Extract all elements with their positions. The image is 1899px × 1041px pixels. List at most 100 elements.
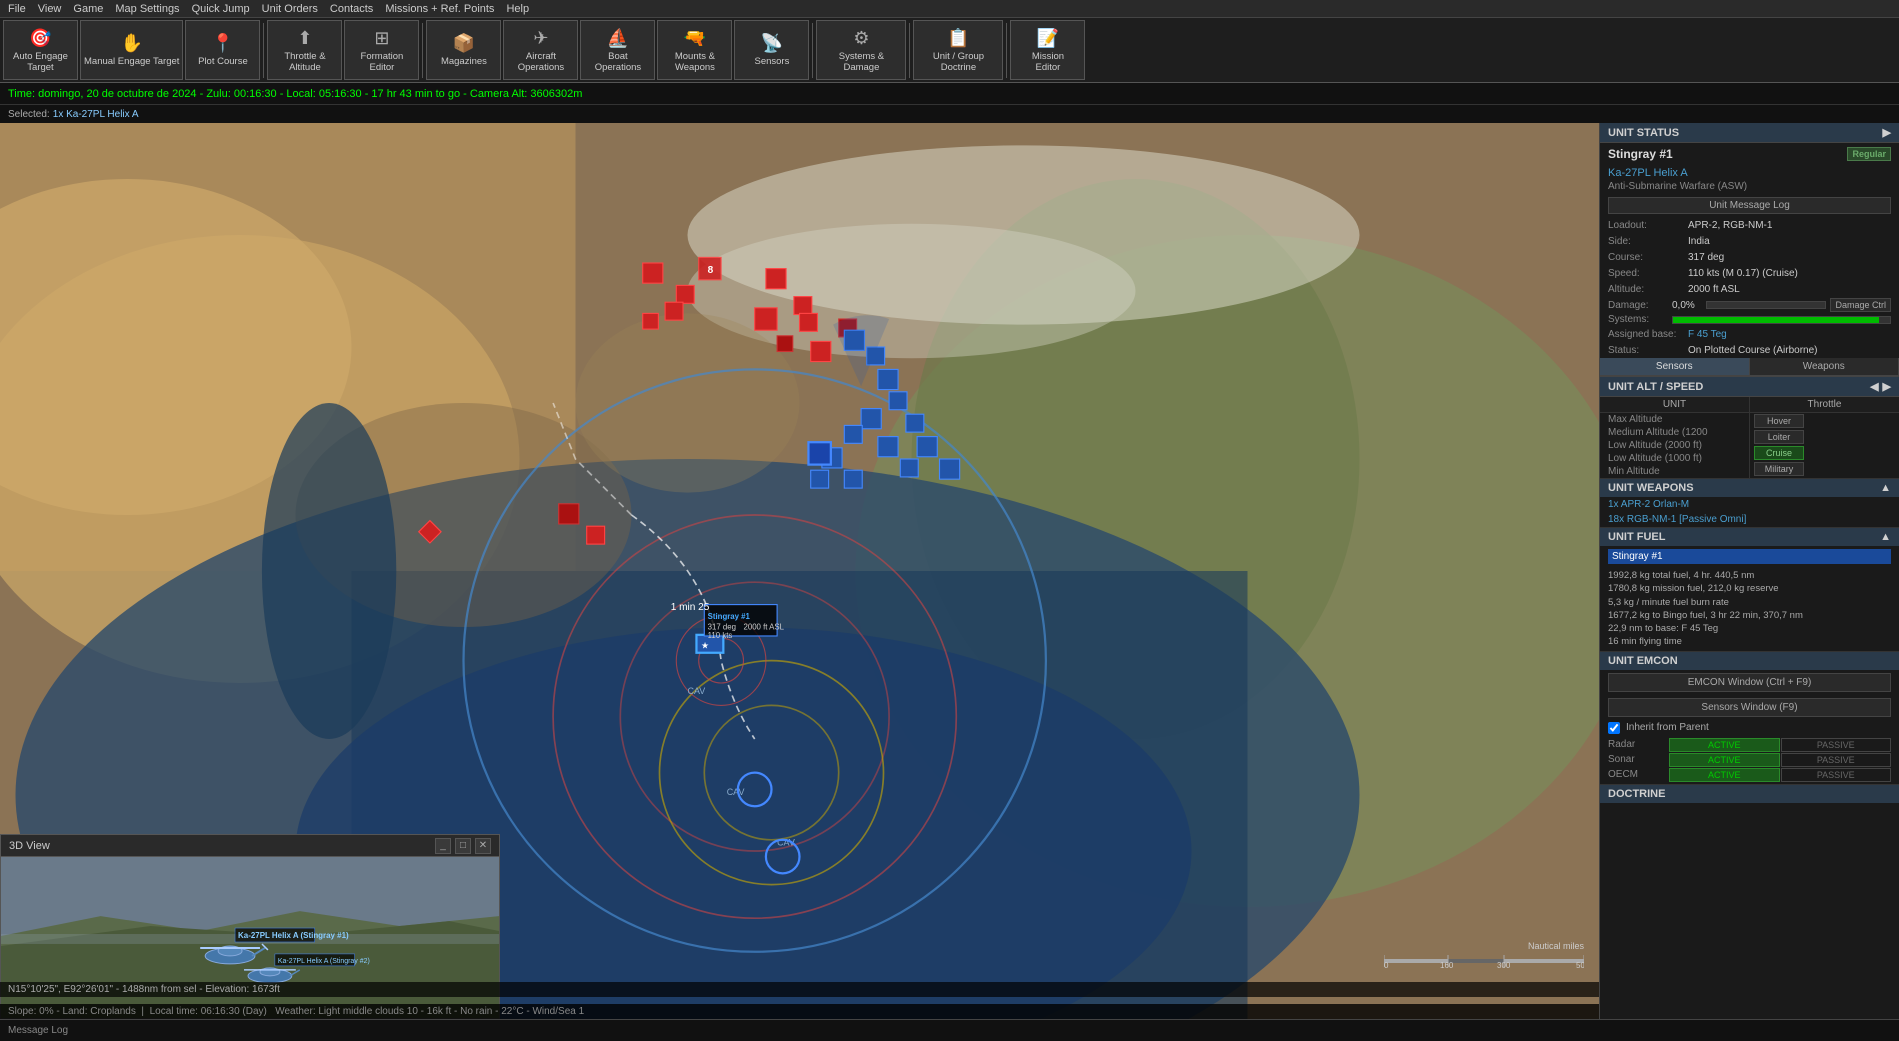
radar-passive[interactable]: PASSIVE <box>1781 738 1892 752</box>
menu-missions[interactable]: Missions + Ref. Points <box>385 3 494 15</box>
damage-ctrl-button[interactable]: Damage Ctrl <box>1830 298 1891 312</box>
hover-row[interactable]: Hover <box>1750 413 1899 429</box>
fuel-collapse[interactable]: ▲ <box>1880 531 1891 543</box>
toolbar-sep-4 <box>909 23 910 78</box>
course-label: Course: <box>1608 252 1688 263</box>
status-bar: Time: domingo, 20 de octubre de 2024 - Z… <box>0 83 1899 105</box>
cruise-row[interactable]: Cruise <box>1750 445 1899 461</box>
toolbar-sep-3 <box>812 23 813 78</box>
aircraft-ops-button[interactable]: ✈ AircraftOperations <box>503 20 578 80</box>
selected-bar: Selected: 1x Ka-27PL Helix A <box>0 105 1899 123</box>
unit-doctrine-label: Unit / GroupDoctrine <box>933 51 984 73</box>
throttle-col: Throttle Hover Loiter Cruise Military <box>1750 397 1899 478</box>
loiter-button[interactable]: Loiter <box>1754 430 1804 444</box>
hover-button[interactable]: Hover <box>1754 414 1804 428</box>
menu-file[interactable]: File <box>8 3 26 15</box>
sonar-active[interactable]: ACTIVE <box>1669 753 1780 767</box>
cruise-button[interactable]: Cruise <box>1754 446 1804 460</box>
min-alt-row: Min Altitude <box>1600 465 1749 478</box>
view-3d-controls: _ □ ✕ <box>435 838 491 854</box>
unit-name-text: Stingray #1 <box>1608 147 1673 161</box>
fuel-unit-bar: Stingray #1 <box>1608 549 1891 564</box>
unit-doctrine-button[interactable]: 📋 Unit / GroupDoctrine <box>913 20 1003 80</box>
weapon-2[interactable]: 18x RGB-NM-1 [Passive Omni] <box>1600 512 1899 527</box>
sensors-window-button[interactable]: Sensors Window (F9) <box>1608 698 1891 717</box>
toolbar-sep-5 <box>1006 23 1007 78</box>
damage-bar <box>1706 301 1826 309</box>
menu-game[interactable]: Game <box>73 3 103 15</box>
oecm-active[interactable]: ACTIVE <box>1669 768 1780 782</box>
mounts-weapons-label: Mounts &Weapons <box>675 51 715 73</box>
throttle-label: Throttle &Altitude <box>284 51 325 73</box>
menu-contacts[interactable]: Contacts <box>330 3 373 15</box>
menu-map-settings[interactable]: Map Settings <box>115 3 179 15</box>
plot-course-button[interactable]: 📍 Plot Course <box>185 20 260 80</box>
magazines-button[interactable]: 📦 Magazines <box>426 20 501 80</box>
throttle-icon: ⬆ <box>297 28 312 49</box>
menu-view[interactable]: View <box>38 3 62 15</box>
systems-bar-fill <box>1673 317 1879 323</box>
svg-text:Ka-27PL Helix A (Stingray #1): Ka-27PL Helix A (Stingray #1) <box>238 931 349 940</box>
emcon-title: UNIT EMCON <box>1608 655 1678 667</box>
fuel-title: UNIT FUEL <box>1608 531 1665 543</box>
auto-engage-button[interactable]: 🎯 Auto EngageTarget <box>3 20 78 80</box>
military-button[interactable]: Military <box>1754 462 1804 476</box>
assigned-base-value[interactable]: F 45 Teg <box>1688 329 1727 340</box>
sensors-tab[interactable]: Sensors <box>1600 358 1750 375</box>
emcon-header: UNIT EMCON <box>1600 652 1899 670</box>
alt-speed-left[interactable]: ◀ <box>1870 380 1878 393</box>
main-content: 8 <box>0 123 1899 1019</box>
menu-help[interactable]: Help <box>506 3 529 15</box>
unit-role: Anti-Submarine Warfare (ASW) <box>1600 181 1899 194</box>
emcon-section: UNIT EMCON EMCON Window (Ctrl + F9) Sens… <box>1600 651 1899 784</box>
alt-speed-right[interactable]: ▶ <box>1883 380 1891 393</box>
unit-type-link[interactable]: Ka-27PL Helix A <box>1600 165 1899 181</box>
view-3d-minimize[interactable]: _ <box>435 838 451 854</box>
weapons-collapse[interactable]: ▲ <box>1880 482 1891 494</box>
medium-alt-label: Medium Altitude (1200 <box>1604 427 1745 438</box>
sonar-passive[interactable]: PASSIVE <box>1781 753 1892 767</box>
boat-ops-icon: ⛵ <box>607 28 629 49</box>
coords-text: N15°10'25", E92°26'01" - 1488nm from sel… <box>8 984 280 995</box>
unit-col-header: UNIT <box>1600 397 1749 413</box>
toolbar-sep-2 <box>422 23 423 78</box>
mounts-weapons-button[interactable]: 🔫 Mounts &Weapons <box>657 20 732 80</box>
medium-alt-row: Medium Altitude (1200 <box>1600 426 1749 439</box>
systems-label: Systems: <box>1608 314 1668 325</box>
formation-editor-button[interactable]: ⊞ FormationEditor <box>344 20 419 80</box>
mission-editor-label: MissionEditor <box>1032 51 1064 73</box>
unit-message-log-button[interactable]: Unit Message Log <box>1608 197 1891 214</box>
view-3d-close[interactable]: ✕ <box>475 838 491 854</box>
view-3d-maximize[interactable]: □ <box>455 838 471 854</box>
systems-damage-label: Systems &Damage <box>839 51 884 73</box>
inherit-checkbox[interactable] <box>1608 722 1620 734</box>
alt-col: UNIT Max Altitude Medium Altitude (1200 … <box>1600 397 1749 478</box>
loiter-row[interactable]: Loiter <box>1750 429 1899 445</box>
menu-quick-jump[interactable]: Quick Jump <box>192 3 250 15</box>
fuel-line5: 22,9 nm to base: F 45 Teg <box>1608 622 1891 635</box>
boat-ops-button[interactable]: ⛵ BoatOperations <box>580 20 655 80</box>
alt-speed-header: UNIT ALT / SPEED ◀ ▶ <box>1600 376 1899 397</box>
radar-active[interactable]: ACTIVE <box>1669 738 1780 752</box>
oecm-passive[interactable]: PASSIVE <box>1781 768 1892 782</box>
map-scale: Nautical miles 0 160 300 500 <box>1384 941 1584 969</box>
unit-status-collapse[interactable]: ▶ <box>1883 126 1891 139</box>
formation-label: FormationEditor <box>361 51 404 73</box>
weapon-1[interactable]: 1x APR-2 Orlan-M <box>1600 497 1899 512</box>
status-value: On Plotted Course (Airborne) <box>1688 345 1818 356</box>
damage-value: 0,0% <box>1672 300 1702 311</box>
fuel-line2: 1780,8 kg mission fuel, 212,0 kg reserve <box>1608 582 1891 595</box>
sensors-button[interactable]: 📡 Sensors <box>734 20 809 80</box>
mission-editor-button[interactable]: 📝 MissionEditor <box>1010 20 1085 80</box>
throttle-altitude-button[interactable]: ⬆ Throttle &Altitude <box>267 20 342 80</box>
menu-unit-orders[interactable]: Unit Orders <box>262 3 318 15</box>
fuel-line4: 1677,2 kg to Bingo fuel, 3 hr 22 min, 37… <box>1608 609 1891 622</box>
military-row[interactable]: Military <box>1750 461 1899 477</box>
manual-engage-button[interactable]: ✋ Manual Engage Target <box>80 20 183 80</box>
emcon-window-button[interactable]: EMCON Window (Ctrl + F9) <box>1608 673 1891 692</box>
systems-damage-button[interactable]: ⚙ Systems &Damage <box>816 20 906 80</box>
aircraft-ops-icon: ✈ <box>533 28 548 49</box>
manual-engage-icon: ✋ <box>121 33 143 54</box>
map-area[interactable]: 8 <box>0 123 1599 1019</box>
weapons-tab[interactable]: Weapons <box>1750 358 1899 375</box>
